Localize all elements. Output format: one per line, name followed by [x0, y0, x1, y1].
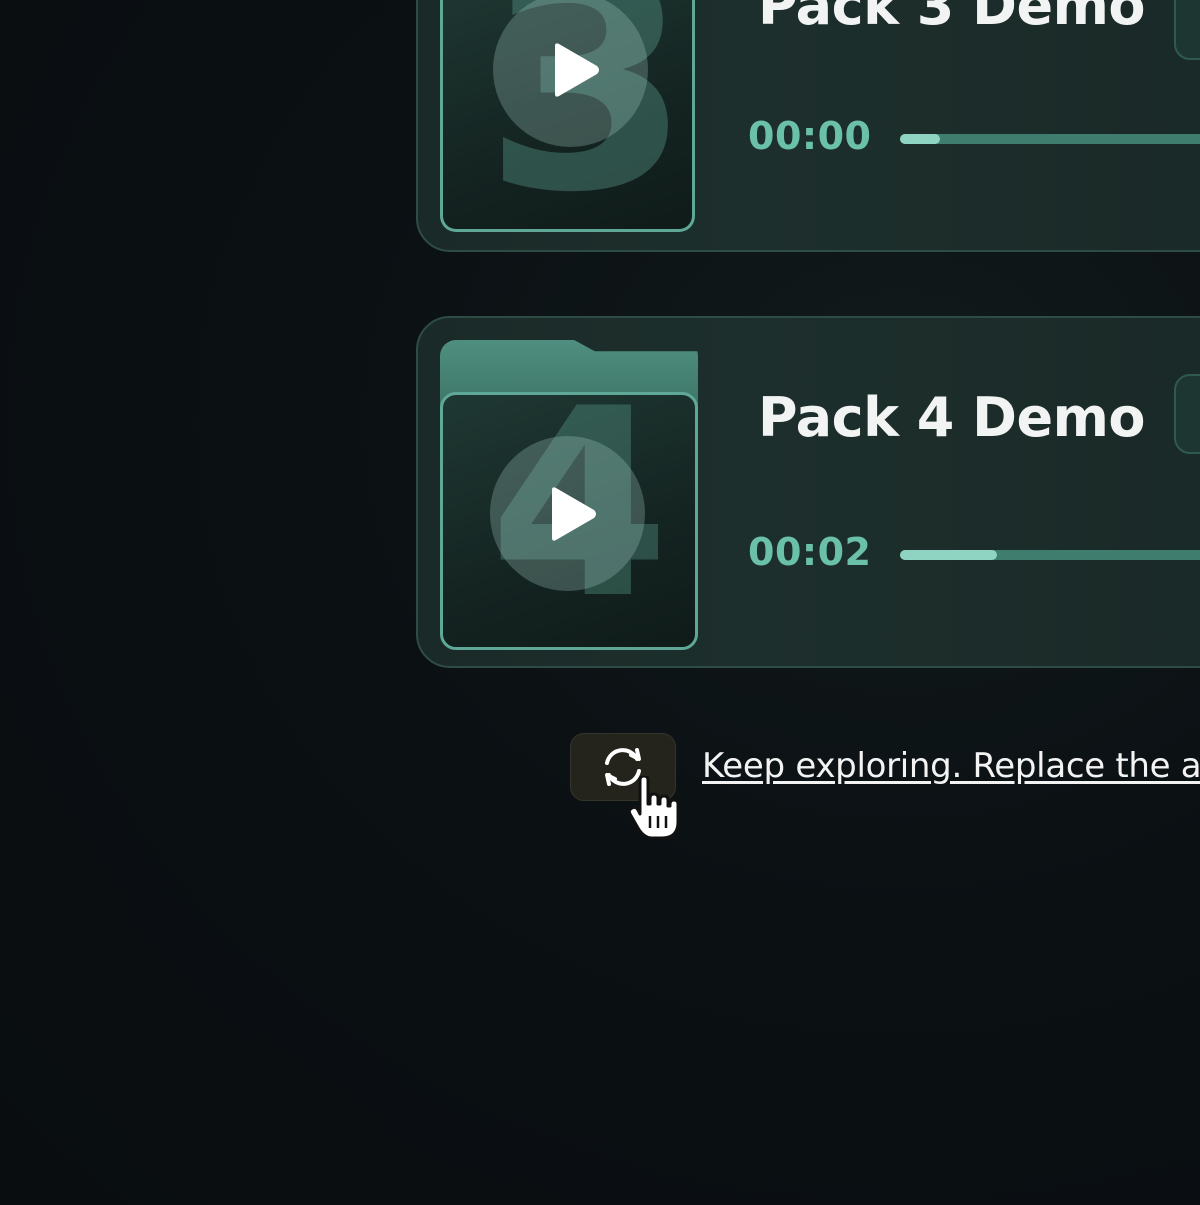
keep-exploring-link[interactable]: Keep exploring. Replace the a [702, 746, 1200, 786]
progress-fill [900, 550, 998, 560]
track-title: Pack 3 Demo [758, 0, 1145, 37]
progress-bar[interactable] [900, 134, 1200, 144]
track-time: 00:02 [748, 530, 872, 574]
track-action-button[interactable] [1174, 0, 1200, 60]
track-action-button[interactable] [1174, 374, 1200, 454]
track-title: Pack 4 Demo [758, 386, 1145, 449]
progress-bar[interactable] [900, 550, 1200, 560]
page: 3 Pack 3 Demo 00:00 4 Pack 4 Demo 00:02 … [0, 0, 1200, 1205]
track-cover-pack-3[interactable]: 3 [440, 0, 695, 232]
track-cover-pack-4[interactable]: 4 [440, 340, 698, 650]
progress-fill [900, 134, 940, 144]
track-card-pack-4: 4 Pack 4 Demo 00:02 [416, 316, 1200, 668]
play-icon [554, 42, 599, 97]
play-icon [551, 486, 596, 541]
track-card-pack-3: 3 Pack 3 Demo 00:00 [416, 0, 1200, 252]
play-button[interactable] [490, 436, 645, 591]
play-button[interactable] [493, 0, 648, 147]
track-time: 00:00 [748, 114, 872, 158]
hand-pointer-icon [627, 776, 680, 840]
